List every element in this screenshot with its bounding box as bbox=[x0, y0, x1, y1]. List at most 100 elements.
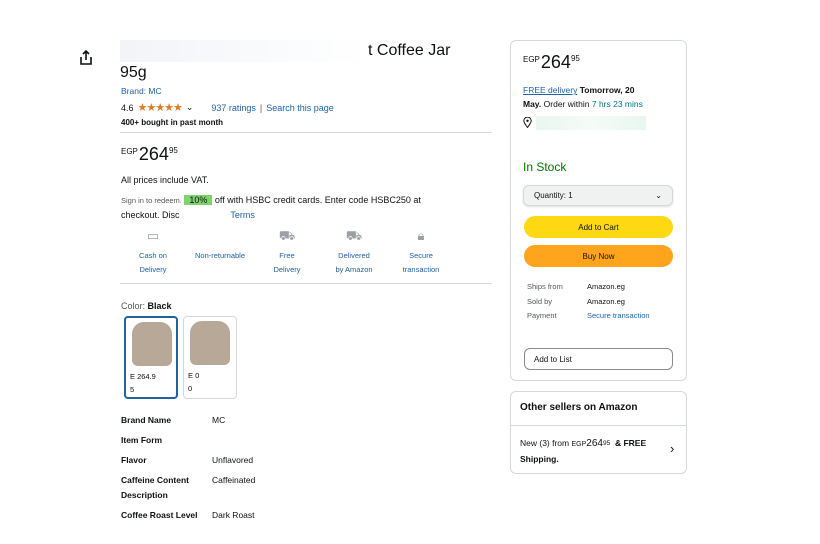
spec-key: Flavor bbox=[121, 455, 147, 465]
chevron-right-icon[interactable]: › bbox=[670, 441, 674, 456]
brand-link[interactable]: Brand: MC bbox=[121, 86, 162, 96]
location-pin-icon bbox=[523, 116, 532, 130]
seller-info: Ships from Amazon.eg Sold by Amazon.eg Pay… bbox=[527, 280, 677, 324]
order-within: Order within bbox=[543, 99, 590, 109]
spec-row: Caffeine Content Description Caffeinated bbox=[121, 473, 421, 503]
buybox-price: EGP 264 95 bbox=[523, 52, 580, 72]
divider bbox=[120, 132, 492, 133]
delivery-location[interactable] bbox=[523, 116, 673, 130]
delivery-info: FREE delivery Tomorrow, 20 May. Order wi… bbox=[523, 83, 683, 111]
feature-delivered-by-amazon[interactable]: ⛟ Delivered by Amazon bbox=[323, 227, 385, 277]
swatch-price: E 264.9 5 bbox=[130, 370, 176, 396]
new-from-label: New (3) from bbox=[520, 438, 570, 448]
redacted-location bbox=[536, 116, 646, 130]
feature-label: Delivery bbox=[139, 265, 167, 274]
feature-label: Secure bbox=[409, 251, 433, 260]
promo-percent: 10% bbox=[184, 195, 213, 205]
non-returnable-icon bbox=[210, 227, 230, 245]
feature-label: transaction bbox=[402, 265, 440, 274]
spec-key: Coffee Roast Level bbox=[121, 510, 198, 520]
feature-secure-transaction[interactable]: 🔒︎ Secure transaction bbox=[390, 227, 452, 277]
payment-link[interactable]: Secure transaction bbox=[587, 309, 650, 324]
product-thumbnail bbox=[190, 321, 230, 365]
price: EGP 264 95 bbox=[121, 144, 178, 164]
product-title-line2: 95g bbox=[120, 64, 147, 81]
redacted-title-block bbox=[120, 40, 368, 62]
feature-cash-on-delivery[interactable]: ▭ Cash on Delivery bbox=[122, 227, 184, 277]
swatch-price: E 0 0 bbox=[188, 369, 234, 395]
spec-row: Item Form bbox=[121, 433, 421, 448]
sign-in-redeem[interactable]: Sign in to redeem. bbox=[121, 196, 182, 205]
spec-value: Unflavored bbox=[212, 455, 254, 465]
spec-value: Dark Roast bbox=[212, 510, 255, 520]
color-swatch-selected[interactable]: E 264.9 5 bbox=[124, 316, 178, 399]
add-to-list-button[interactable]: Add to List bbox=[524, 348, 673, 370]
ships-from-label: Ships from bbox=[527, 282, 563, 291]
search-page-link[interactable]: Search this page bbox=[266, 103, 334, 113]
price-fraction: 95 bbox=[168, 146, 178, 155]
swatch-price-line1: E 264.9 bbox=[130, 372, 156, 381]
payment-label: Payment bbox=[527, 311, 557, 320]
cash-icon: ▭ bbox=[146, 228, 160, 243]
offer-price-whole: 264 bbox=[586, 438, 603, 449]
feature-label: Delivered bbox=[338, 251, 370, 260]
spec-key: Caffeine Content Description bbox=[121, 475, 189, 500]
buybox-currency: EGP bbox=[523, 55, 540, 64]
rating-value: 4.6 bbox=[121, 102, 134, 113]
product-thumbnail bbox=[132, 322, 172, 366]
buybox-price-whole: 264 bbox=[540, 52, 571, 72]
terms-link[interactable]: Terms bbox=[230, 210, 255, 220]
shipping-label: Shipping. bbox=[520, 454, 559, 464]
share-icon[interactable] bbox=[78, 49, 94, 66]
feature-label: Free bbox=[279, 251, 295, 260]
add-to-cart-button[interactable]: Add to Cart bbox=[524, 216, 673, 238]
buybox-price-fraction: 95 bbox=[570, 54, 580, 63]
product-title: t Coffee Jar 95g bbox=[120, 40, 492, 84]
chevron-down-icon[interactable]: ⌄ bbox=[186, 102, 194, 113]
feature-label: Cash on bbox=[139, 251, 167, 260]
spec-row: Brand Name MC bbox=[121, 413, 421, 428]
feature-non-returnable[interactable]: Non-returnable bbox=[189, 227, 251, 277]
countdown: 7 hrs 23 mins bbox=[591, 99, 643, 109]
chevron-down-icon: ⌄ bbox=[655, 191, 662, 200]
spec-value bbox=[212, 433, 421, 448]
star-rating-icon[interactable]: ★★★★★ bbox=[138, 101, 183, 114]
promo-line2: checkout. Disc bbox=[121, 210, 180, 220]
spec-key: Brand Name bbox=[121, 415, 172, 425]
feature-label: Non-returnable bbox=[194, 251, 246, 260]
rating-row: 4.6 ★★★★★ ⌄ 937 ratings | Search this pa… bbox=[121, 101, 334, 114]
free-delivery-link[interactable]: FREE delivery bbox=[523, 85, 577, 95]
sold-by-label: Sold by bbox=[527, 296, 553, 306]
swatch-price-line1: E 0 bbox=[188, 371, 200, 380]
spec-value: Caffeinated bbox=[212, 475, 256, 485]
sold-by-value: Amazon.eg bbox=[587, 296, 625, 306]
spec-row: Coffee Roast Level Dark Roast bbox=[121, 508, 421, 523]
spec-value: MC bbox=[212, 415, 226, 425]
other-sellers-offer[interactable]: New (3) from EGP26495 & FREE Shipping. bbox=[520, 436, 670, 467]
ships-from-value: Amazon.eg bbox=[587, 282, 625, 291]
offer-currency: EGP bbox=[571, 441, 587, 448]
delivery-day-2: May. bbox=[523, 99, 542, 109]
feature-free-delivery[interactable]: ⛟ Free Delivery bbox=[256, 227, 318, 277]
swatch-price-line2: 5 bbox=[130, 385, 135, 394]
divider bbox=[120, 283, 492, 284]
promo-detail: off with HSBC credit cards. Enter code H… bbox=[214, 195, 421, 205]
color-swatch[interactable]: E 0 0 bbox=[183, 316, 237, 399]
price-whole: 264 bbox=[138, 144, 169, 164]
quantity-label: Quantity: bbox=[534, 191, 567, 200]
feature-icons-row: ▭ Cash on Delivery Non-returnable ⛟ Free… bbox=[122, 227, 452, 277]
feature-label: Delivery bbox=[273, 265, 301, 274]
lock-icon: 🔒︎ bbox=[417, 228, 425, 243]
product-title-text: t Coffee Jar bbox=[368, 42, 451, 59]
ratings-link[interactable]: 937 ratings bbox=[211, 103, 256, 113]
color-label-key: Color: bbox=[121, 301, 146, 311]
quantity-value: 1 bbox=[568, 191, 573, 200]
quantity-select[interactable]: Quantity: 1 ⌄ bbox=[523, 185, 673, 206]
vat-note: All prices include VAT. bbox=[121, 175, 209, 185]
promo-text: Sign in to redeem. 10% off with HSBC cre… bbox=[121, 193, 471, 223]
bought-count: 400+ bought in past month bbox=[121, 118, 224, 127]
buy-now-button[interactable]: Buy Now bbox=[524, 245, 673, 267]
free-label: & FREE bbox=[614, 438, 647, 448]
delivery-day: Tomorrow, 20 bbox=[579, 85, 635, 95]
other-sellers-heading: Other sellers on Amazon bbox=[520, 402, 638, 413]
